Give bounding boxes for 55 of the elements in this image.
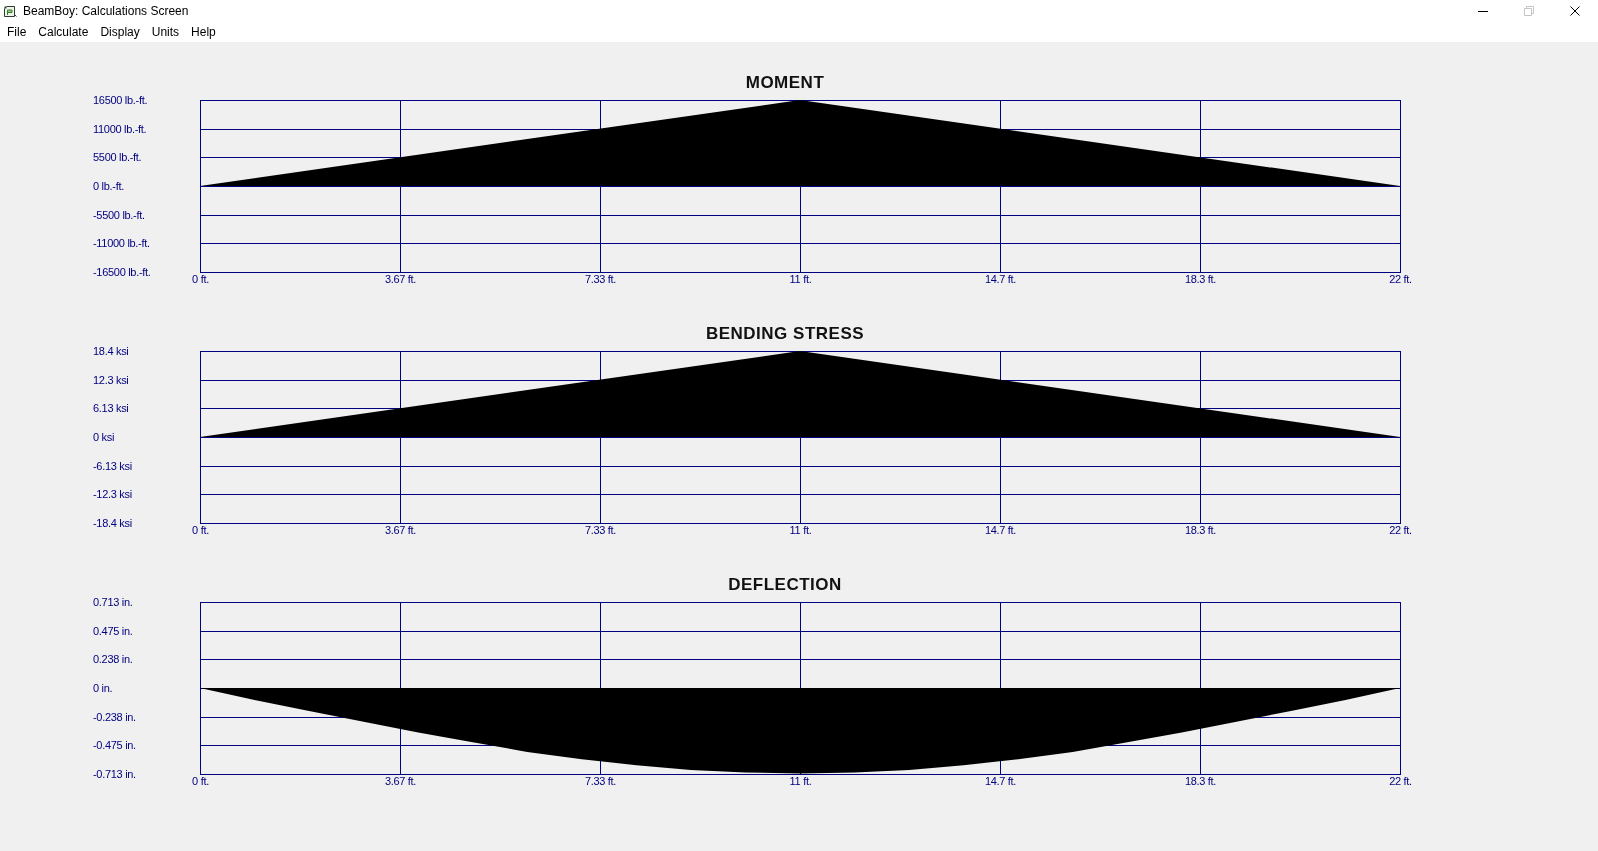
y-axis-label: 6.13 ksi xyxy=(93,401,129,415)
y-axis-label: 5500 lb.-ft. xyxy=(93,150,142,164)
y-axis-label: -0.475 in. xyxy=(93,738,136,752)
y-axis-label: 0 ksi xyxy=(93,430,115,444)
y-axis-label: 16500 lb.-ft. xyxy=(93,93,148,107)
y-axis-label: -16500 lb.-ft. xyxy=(93,265,151,279)
menu-item[interactable]: Help xyxy=(185,22,222,42)
x-axis-label: 22 ft. xyxy=(1389,775,1412,788)
restore-icon xyxy=(1524,6,1534,16)
menu-item[interactable]: File xyxy=(1,22,33,42)
x-axis-label: 7.33 ft. xyxy=(584,524,617,537)
x-axis-label: 3.67 ft. xyxy=(384,775,417,788)
y-axis-label: -5500 lb.-ft. xyxy=(93,208,145,222)
y-axis-label: -0.713 in. xyxy=(93,767,136,781)
x-axis-label: 0 ft. xyxy=(192,273,209,286)
menu-item[interactable]: Display xyxy=(94,22,146,42)
x-axis-label: 14.7 ft. xyxy=(984,273,1017,286)
x-axis-label: 11 ft. xyxy=(789,524,812,537)
minimize-icon xyxy=(1478,10,1488,12)
y-axis-label: -18.4 ksi xyxy=(93,516,132,530)
y-axis-label: -6.13 ksi xyxy=(93,459,132,473)
y-axis-label: 0.713 in. xyxy=(93,595,133,609)
menu-item[interactable]: Calculate xyxy=(32,22,95,42)
y-axis-label: -12.3 ksi xyxy=(93,487,132,501)
x-axis-label: 0 ft. xyxy=(192,524,209,537)
window-title: BeamBoy: Calculations Screen xyxy=(23,3,189,20)
x-axis-label: 0 ft. xyxy=(192,775,209,788)
y-axis-label: 0 lb.-ft. xyxy=(93,179,124,193)
x-axis-label: 22 ft. xyxy=(1389,524,1412,537)
x-axis-label: 7.33 ft. xyxy=(584,273,617,286)
chart-title: MOMENT xyxy=(745,72,825,94)
x-axis-label: 7.33 ft. xyxy=(584,775,617,788)
y-axis-label: 18.4 ksi xyxy=(93,344,129,358)
x-axis-label: 11 ft. xyxy=(789,273,812,286)
chart-title: DEFLECTION xyxy=(728,574,842,596)
x-axis-label: 22 ft. xyxy=(1389,273,1412,286)
y-axis-label: 0.238 in. xyxy=(93,652,133,666)
y-axis-label: 0 in. xyxy=(93,681,113,695)
x-axis-label: 3.67 ft. xyxy=(384,273,417,286)
y-axis-label: 0.475 in. xyxy=(93,624,133,638)
y-axis-label: 12.3 ksi xyxy=(93,373,129,387)
chart-title: BENDING STRESS xyxy=(705,323,865,345)
x-axis-label: 14.7 ft. xyxy=(984,524,1017,537)
x-axis-label: 18.3 ft. xyxy=(1184,775,1217,788)
close-icon xyxy=(1570,6,1580,16)
menu-item[interactable]: Units xyxy=(145,22,186,42)
x-axis-label: 18.3 ft. xyxy=(1184,524,1217,537)
y-axis-label: 11000 lb.-ft. xyxy=(93,122,147,136)
app-icon xyxy=(4,5,17,17)
y-axis-label: -11000 lb.-ft. xyxy=(93,236,150,250)
y-axis-label: -0.238 in. xyxy=(93,710,136,724)
x-axis-label: 11 ft. xyxy=(789,775,812,788)
x-axis-label: 18.3 ft. xyxy=(1184,273,1217,286)
x-axis-label: 3.67 ft. xyxy=(384,524,417,537)
x-axis-label: 14.7 ft. xyxy=(984,775,1017,788)
